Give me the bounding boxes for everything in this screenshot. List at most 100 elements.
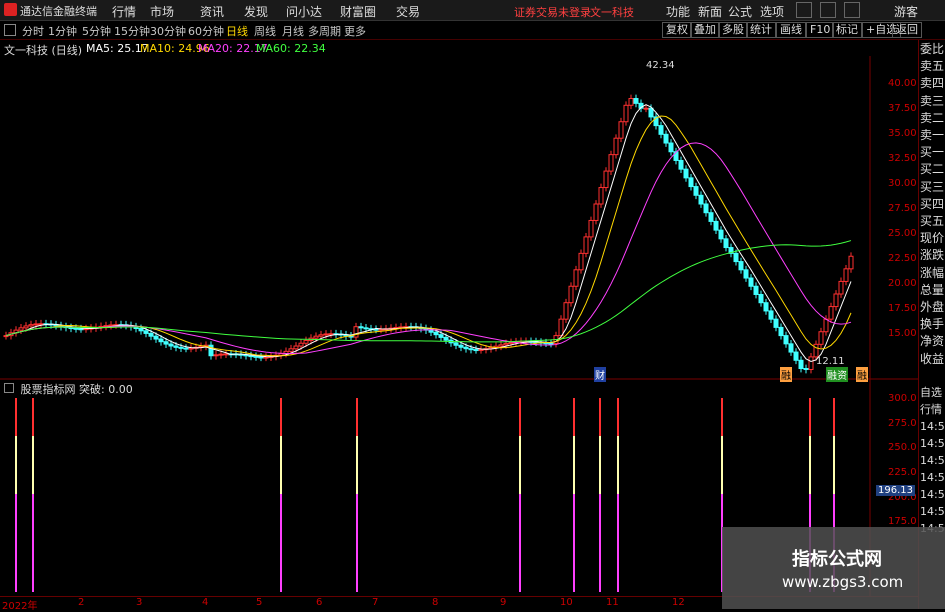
candle-body [768, 310, 774, 320]
candle-body [478, 348, 484, 351]
candle-body [503, 343, 509, 346]
guest-label[interactable]: 游客 [894, 3, 918, 20]
candle-body [598, 187, 604, 205]
stock-short-name: 文一科技 [590, 6, 634, 19]
candle-body [218, 353, 224, 356]
tf-timeshare[interactable]: 分时 [22, 23, 44, 39]
chart-canvas[interactable] [0, 56, 918, 596]
close-icon[interactable] [844, 2, 860, 18]
menu-quotes[interactable]: 行情 [112, 3, 136, 20]
candle-body [293, 345, 299, 350]
ind-tick: 275.0 [888, 418, 917, 429]
event-margin-3[interactable]: 融 [856, 367, 868, 382]
candle-body [463, 346, 469, 350]
candle-body [818, 331, 824, 345]
candle-body [148, 332, 154, 337]
indicator-icon[interactable] [4, 383, 14, 393]
candle-body [253, 355, 259, 358]
app-logo-icon [4, 3, 17, 16]
candle-body [843, 268, 849, 282]
overlay-button[interactable]: 叠加 [690, 22, 720, 38]
candle-body [223, 353, 229, 356]
x-label: 11 [606, 597, 619, 608]
candle-body [33, 323, 39, 326]
menu-market[interactable]: 市场 [150, 3, 174, 20]
candle-body [168, 343, 174, 347]
price-tick: 22.50 [888, 253, 917, 264]
quote-field-label: 涨跌 [920, 248, 945, 263]
f10-button[interactable]: F10 [806, 22, 835, 38]
candle-body [433, 331, 439, 336]
menu-news[interactable]: 资讯 [200, 3, 224, 20]
candle-body [628, 98, 634, 106]
tf-weekly[interactable]: 周线 [254, 23, 276, 39]
quote-panel: 委比 卖五 卖四 卖三 卖二 卖一 买一 买二 买三 买四 买五 现价 涨跌 涨幅 总量 外盘 换手 净资 收益 自选… [918, 40, 945, 609]
tf-monthly[interactable]: 月线 [282, 23, 304, 39]
quote-field-label: 卖二 [920, 110, 945, 125]
price-tick: 25.00 [888, 228, 917, 239]
tf-60min[interactable]: 60分钟 [188, 23, 224, 39]
login-status[interactable]: 证券交易未登录 [514, 4, 591, 20]
candle-body [443, 336, 449, 341]
menu-options[interactable]: 选项 [760, 3, 784, 20]
candle-body [373, 328, 379, 331]
menu-newpage[interactable]: 新面 [698, 3, 722, 20]
back-button[interactable]: 返回 [892, 22, 922, 38]
event-margin[interactable]: 融 [780, 367, 792, 382]
stats-button[interactable]: 统计 [746, 22, 776, 38]
candle-body [723, 238, 729, 249]
menu-function[interactable]: 功能 [666, 3, 690, 20]
price-tick: 20.00 [888, 278, 917, 289]
price-tick: 17.50 [888, 303, 917, 314]
menu-trade[interactable]: 交易 [396, 3, 420, 20]
high-annotation: 42.34 [646, 60, 675, 71]
candle-body [848, 255, 854, 270]
tf-15min[interactable]: 15分钟 [114, 23, 150, 39]
menu-wealth[interactable]: 财富圈 [340, 3, 376, 20]
candle-body [78, 328, 84, 331]
watermark: 指标公式网 www.zbgs3.com [722, 527, 945, 609]
candle-body [758, 293, 764, 304]
multistock-button[interactable]: 多股 [718, 22, 748, 38]
candle-body [753, 285, 759, 295]
candle-body [698, 194, 704, 205]
panel-icon[interactable] [4, 24, 16, 36]
candle-body [288, 348, 294, 352]
tf-more[interactable]: 更多 [344, 23, 366, 39]
menu-discover[interactable]: 发现 [244, 3, 268, 20]
draw-button[interactable]: 画线 [776, 22, 806, 38]
candle-body [428, 329, 434, 333]
x-label: 3 [136, 597, 143, 608]
menu-formula[interactable]: 公式 [728, 3, 752, 20]
candle-body [643, 107, 649, 110]
event-margin-2[interactable]: 融资 [826, 367, 848, 382]
ind-tick: 250.0 [888, 442, 917, 453]
tf-30min[interactable]: 30分钟 [150, 23, 186, 39]
candle-body [178, 346, 184, 349]
candle-body [743, 269, 749, 279]
candle-body [688, 177, 694, 188]
tf-daily[interactable]: 日线 [226, 23, 248, 39]
ma-line [5, 115, 852, 357]
ma-line [5, 104, 852, 362]
mark-button[interactable]: 标记 [832, 22, 862, 38]
price-tick: 30.00 [888, 178, 917, 189]
menu-ask[interactable]: 问小达 [286, 3, 322, 20]
candle-body [153, 335, 159, 340]
candle-body [658, 125, 664, 135]
candle-body [458, 344, 464, 348]
minimize-icon[interactable] [796, 2, 812, 18]
tf-multi[interactable]: 多周期 [308, 23, 341, 39]
tf-5min[interactable]: 5分钟 [82, 23, 111, 39]
app-title: 通达信金融终端 [20, 5, 97, 18]
adjust-button[interactable]: 复权 [662, 22, 692, 38]
quote-field-label: 净资 [920, 334, 945, 349]
tf-1min[interactable]: 1分钟 [48, 23, 77, 39]
candle-body [588, 219, 594, 238]
quote-field-label: 买二 [920, 162, 945, 177]
event-finance[interactable]: 财 [594, 367, 606, 382]
candle-body [298, 342, 304, 347]
candle-body [473, 349, 479, 352]
maximize-icon[interactable] [820, 2, 836, 18]
candle-body [678, 159, 684, 170]
